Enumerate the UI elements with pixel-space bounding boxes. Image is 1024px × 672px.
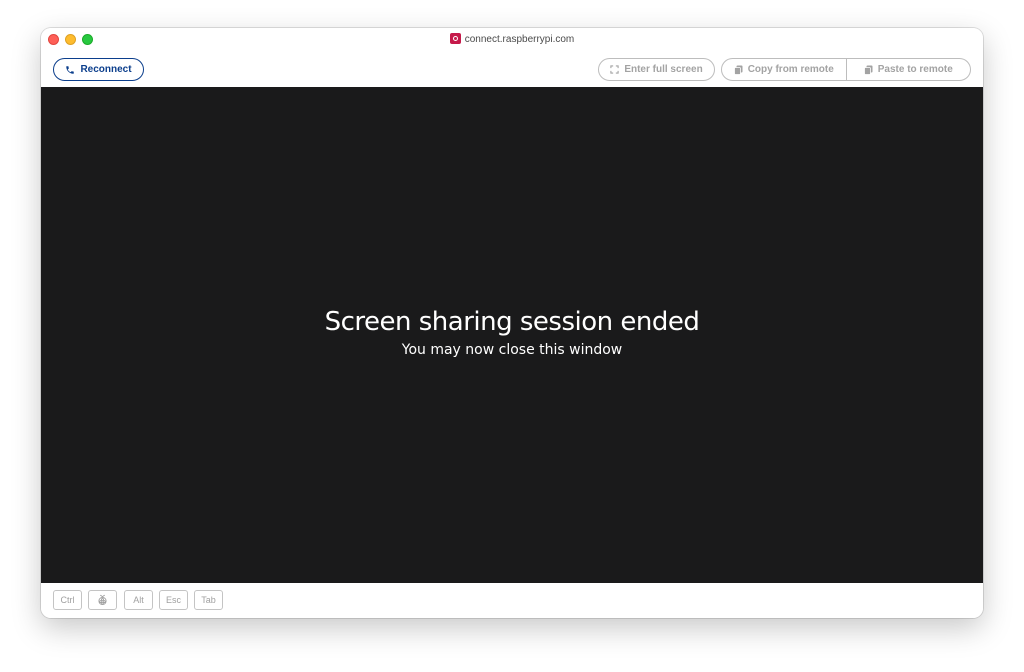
window-title: connect.raspberrypi.com	[41, 33, 983, 47]
reconnect-label: Reconnect	[80, 64, 132, 75]
clipboard-icon	[733, 65, 743, 75]
session-ended-subtitle: You may now close this window	[401, 342, 623, 358]
clipboard-button-group: Copy from remote Paste to remote	[721, 58, 971, 81]
raspberry-pi-icon	[97, 594, 108, 606]
copy-from-remote-button[interactable]: Copy from remote	[722, 59, 847, 80]
reconnect-button[interactable]: Reconnect	[53, 58, 144, 81]
esc-key-button[interactable]: Esc	[159, 590, 188, 610]
raspberry-pi-key-button[interactable]	[88, 590, 117, 610]
paste-to-remote-button[interactable]: Paste to remote	[847, 59, 971, 80]
toolbar: Reconnect Enter full screen Copy from re…	[41, 52, 983, 87]
tab-key-button[interactable]: Tab	[194, 590, 223, 610]
enter-full-screen-button[interactable]: Enter full screen	[598, 58, 715, 81]
session-ended-title: Screen sharing session ended	[324, 307, 700, 337]
ctrl-key-button[interactable]: Ctrl	[53, 590, 82, 610]
window-title-text: connect.raspberrypi.com	[464, 34, 575, 45]
clipboard-icon	[863, 65, 873, 75]
remote-screen[interactable]: Screen sharing session ended You may now…	[41, 87, 983, 583]
phone-icon	[65, 65, 75, 75]
title-bar: connect.raspberrypi.com	[41, 28, 983, 52]
enter-full-screen-label: Enter full screen	[624, 64, 703, 75]
browser-window: connect.raspberrypi.com Reconnect Enter …	[41, 28, 983, 618]
alt-key-button[interactable]: Alt	[124, 590, 153, 610]
expand-icon	[610, 65, 619, 74]
copy-from-remote-label: Copy from remote	[747, 64, 834, 75]
raspberry-pi-connect-icon	[449, 33, 461, 44]
special-keys-bar: Ctrl Alt Esc Tab	[41, 583, 983, 618]
paste-to-remote-label: Paste to remote	[877, 64, 953, 75]
